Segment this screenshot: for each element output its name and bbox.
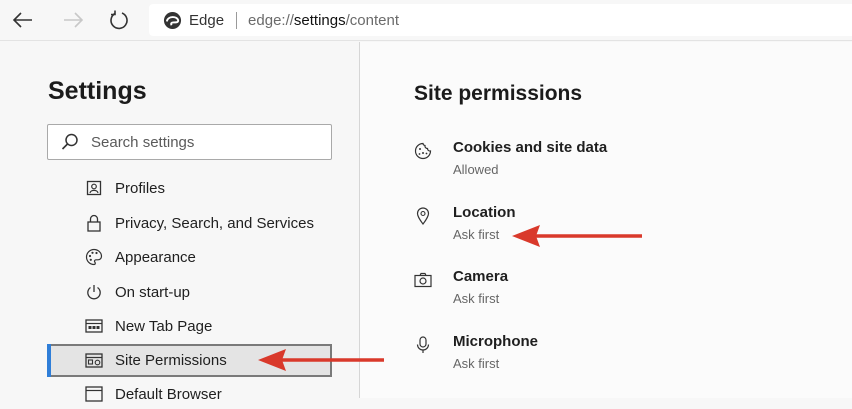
permission-status: Allowed — [453, 162, 499, 177]
edge-logo-icon — [163, 11, 182, 29]
sidebar-item-label: Default Browser — [115, 385, 222, 403]
selected-indicator — [47, 344, 51, 377]
permission-cookies[interactable]: Cookies and site data Allowed — [412, 139, 832, 189]
sidebar-item-label: New Tab Page — [115, 317, 213, 335]
microphone-icon — [412, 335, 434, 355]
annotation-arrow-location — [512, 225, 642, 247]
back-arrow-icon — [12, 12, 32, 28]
sidebar-item-label: Appearance — [115, 248, 196, 266]
permission-name: Camera — [453, 268, 509, 285]
sidebar-item-default-browser[interactable]: Default Browser — [70, 379, 332, 409]
url-scheme: edge:// — [248, 11, 294, 29]
new-tab-icon — [82, 316, 106, 336]
back-button[interactable] — [8, 6, 38, 34]
section-title: Site permissions — [414, 82, 583, 105]
sidebar-item-label: Privacy, Search, and Services — [115, 214, 314, 232]
camera-icon — [412, 270, 434, 290]
permission-status: Ask first — [453, 291, 500, 306]
address-separator — [236, 11, 238, 29]
sidebar-item-on-startup[interactable]: On start-up — [70, 277, 332, 307]
search-icon — [61, 133, 78, 150]
permission-microphone[interactable]: Microphone Ask first — [412, 333, 832, 383]
url-path: /content — [345, 11, 399, 29]
refresh-button[interactable] — [104, 6, 134, 34]
sidebar-item-label: Site Permissions — [115, 352, 227, 369]
page-title: Settings — [48, 77, 147, 105]
sidebar-item-new-tab-page[interactable]: New Tab Page — [70, 311, 332, 341]
browser-toolbar: Edge edge://settings/content — [0, 0, 852, 41]
sidebar-item-appearance[interactable]: Appearance — [70, 242, 332, 272]
permission-status: Ask first — [453, 227, 500, 242]
sidebar-item-label: Profiles — [115, 179, 166, 197]
permission-name: Microphone — [453, 333, 538, 350]
permission-status: Ask first — [453, 356, 500, 371]
address-bar[interactable]: Edge edge://settings/content — [149, 4, 852, 36]
permission-camera[interactable]: Camera Ask first — [412, 268, 832, 318]
sidebar-item-privacy[interactable]: Privacy, Search, and Services — [70, 208, 332, 238]
search-input[interactable] — [91, 133, 311, 151]
permission-name: Cookies and site data — [453, 139, 608, 156]
settings-sidebar: Settings Profiles Privacy, Search, and S… — [0, 42, 360, 403]
refresh-icon — [110, 10, 128, 30]
url-host: settings — [293, 11, 346, 29]
forward-arrow-icon — [64, 12, 84, 28]
cookie-icon — [412, 141, 434, 161]
permission-name: Location — [453, 204, 516, 221]
palette-icon — [82, 247, 106, 267]
sidebar-item-label: On start-up — [115, 283, 191, 301]
site-permissions-panel: Site permissions Cookies and site data A… — [360, 42, 852, 398]
power-icon — [82, 282, 106, 302]
site-permissions-icon — [82, 351, 106, 371]
location-pin-icon — [412, 206, 434, 226]
sidebar-item-profiles[interactable]: Profiles — [70, 173, 332, 203]
annotation-arrow-site-permissions — [258, 349, 384, 371]
browser-window-icon — [82, 384, 106, 404]
profile-card-icon — [82, 178, 106, 198]
search-box[interactable] — [47, 124, 332, 160]
browser-brand: Edge — [189, 11, 225, 29]
lock-icon — [82, 213, 106, 233]
forward-button[interactable] — [58, 6, 88, 34]
